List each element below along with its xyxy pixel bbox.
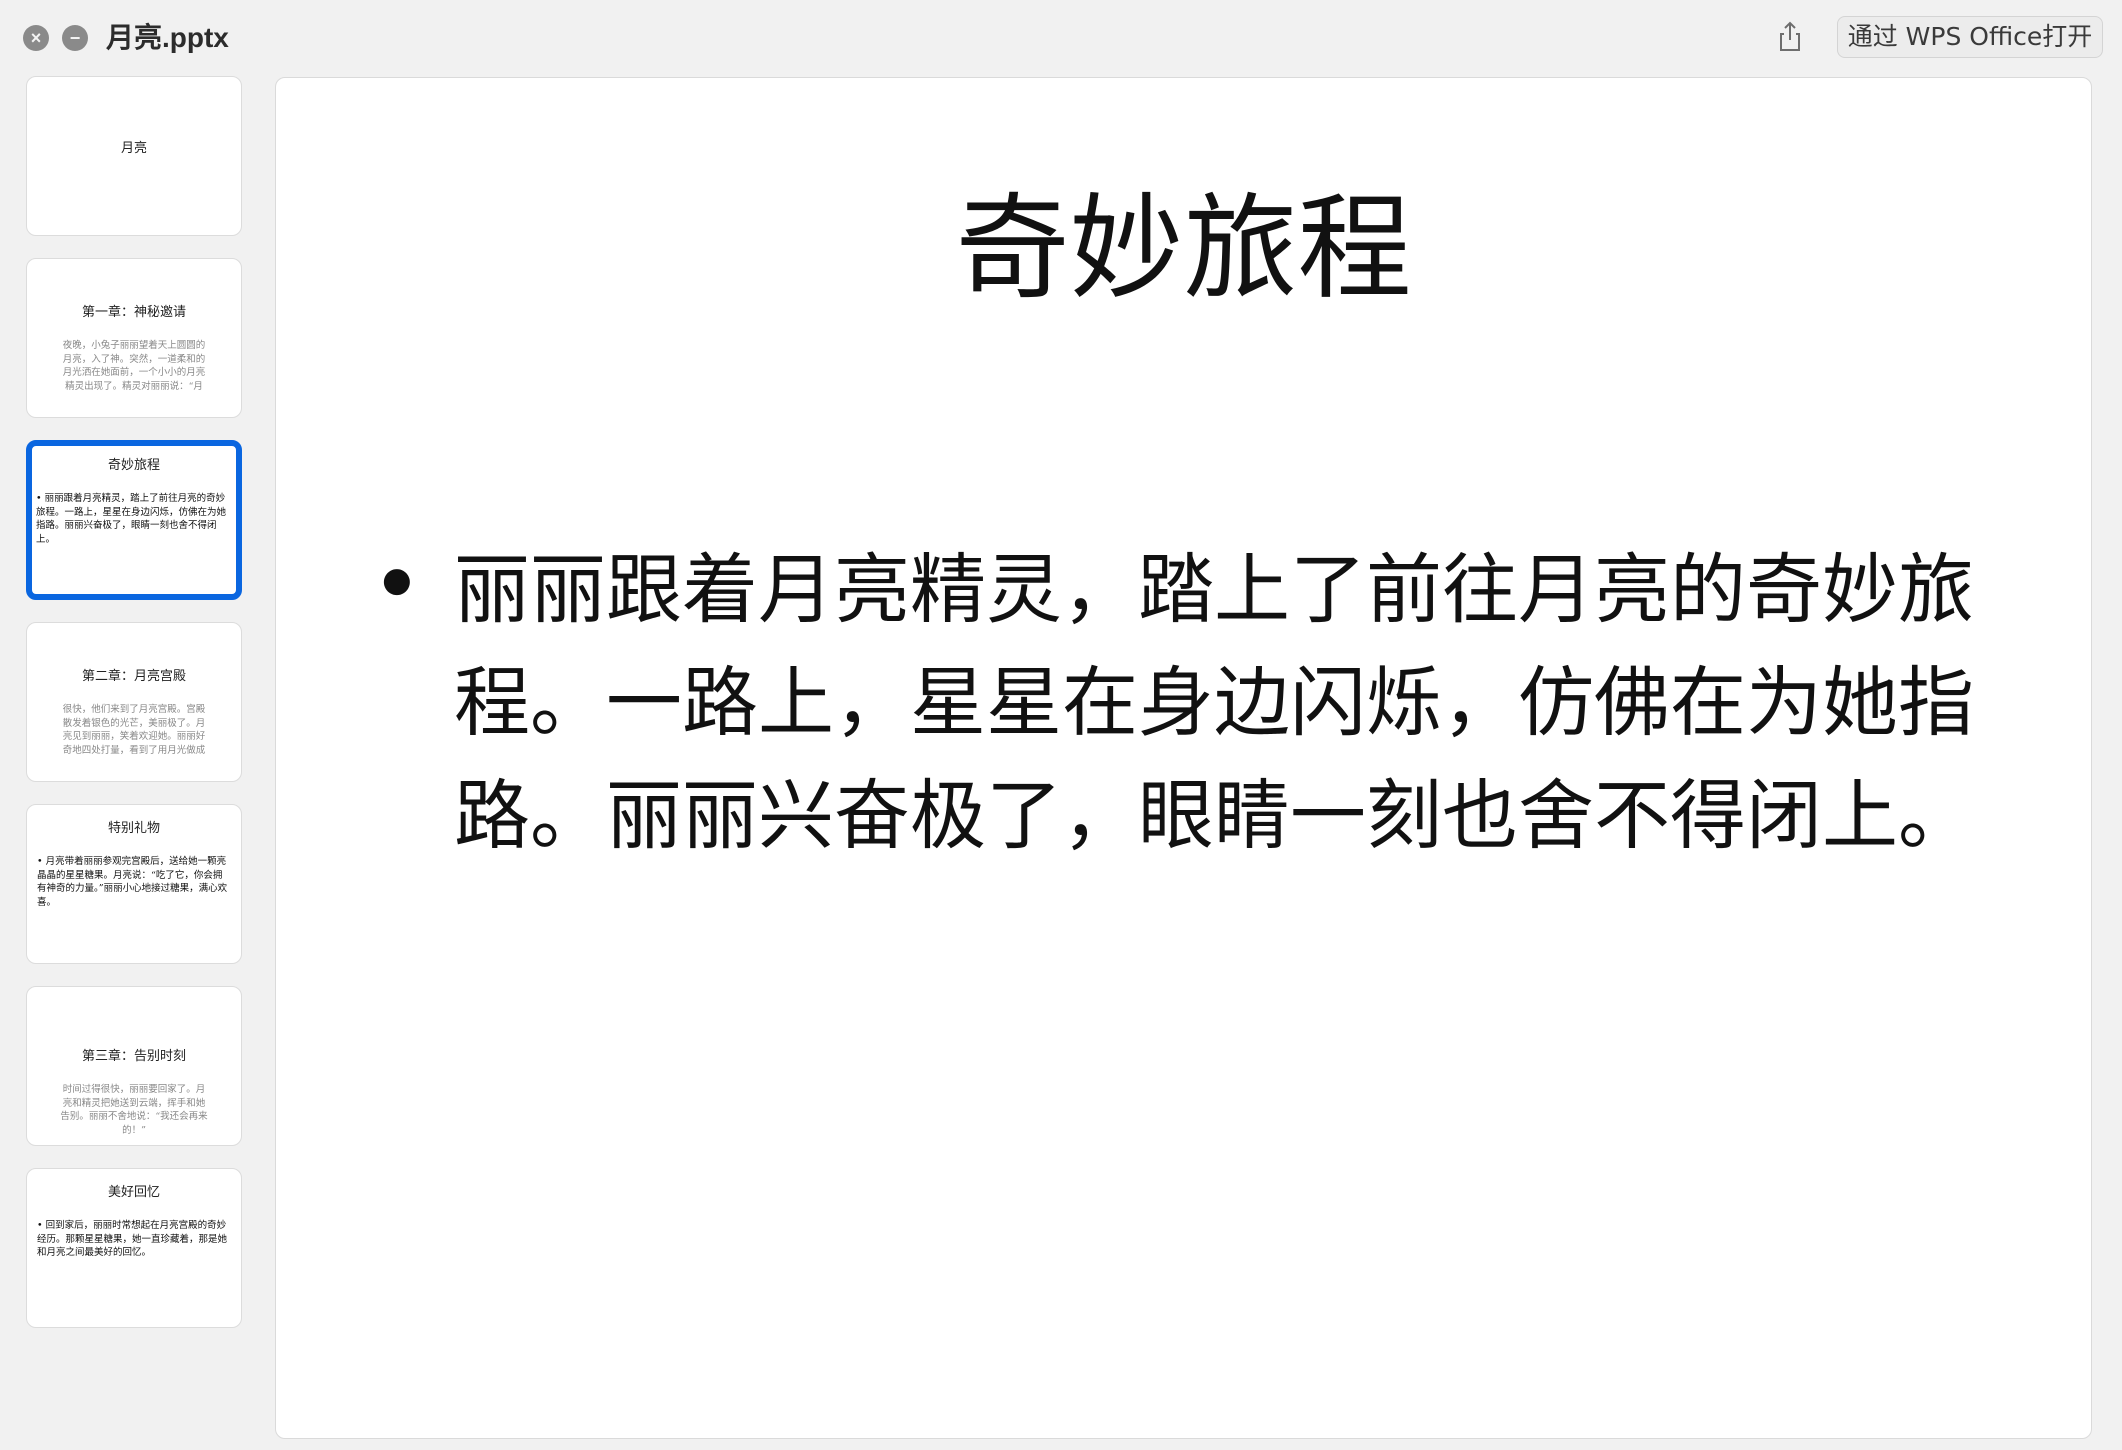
slide-thumbnail[interactable]: 月亮 [26,76,242,236]
slide-thumbnail[interactable]: 第三章：告别时刻 时间过得很快，丽丽要回家了。月亮和精灵把她送到云端，挥手和她告… [26,986,242,1146]
thumbnail-body: 回到家后，丽丽时常想起在月亮宫殿的奇妙经历。那颗星星糖果，她一直珍藏着，那是她和… [37,1219,231,1260]
close-icon[interactable]: × [23,25,49,51]
slide-thumbnail-selected[interactable]: 奇妙旅程 丽丽跟着月亮精灵，踏上了前往月亮的奇妙旅程。一路上，星星在身边闪烁，仿… [26,440,242,600]
thumbnail-title: 月亮 [120,141,147,156]
slide-thumbnail[interactable]: 特别礼物 月亮带着丽丽参观完宫殿后，送给她一颗亮晶晶的星星糖果。月亮说：“吃了它… [26,804,242,964]
thumbnail-title: 第三章：告别时刻 [81,1049,186,1064]
document-title: 月亮.pptx [106,22,229,53]
thumbnail-body: 时间过得很快，丽丽要回家了。月亮和精灵把她送到云端，挥手和她告别。丽丽不舍地说：… [60,1084,208,1136]
slide-preview: 奇妙旅程 ● 丽丽跟着月亮精灵，踏上了前往月亮的奇妙旅程。一路上，星星在身边闪烁… [275,77,2092,1439]
thumbnail-body: 丽丽跟着月亮精灵，踏上了前往月亮的奇妙旅程。一路上，星星在身边闪烁，仿佛在为她指… [36,492,232,546]
minimize-icon[interactable]: − [62,25,88,51]
slide-thumbnail[interactable]: 第一章：神秘邀请 夜晚，小兔子丽丽望着天上圆圆的月亮，入了神。突然，一道柔和的月… [26,258,242,418]
thumbnail-body: 月亮带着丽丽参观完宫殿后，送给她一颗亮晶晶的星星糖果。月亮说：“吃了它，你会拥有… [37,855,231,909]
thumbnail-title: 美好回忆 [107,1185,160,1200]
open-with-wps-button[interactable]: 通过 WPS Office打开 [1837,16,2103,58]
slide-thumbnail-list: 月亮 第一章：神秘邀请 夜晚，小兔子丽丽望着天上圆圆的月亮，入了神。突然，一道柔… [26,76,242,1450]
slide-thumbnail[interactable]: 美好回忆 回到家后，丽丽时常想起在月亮宫殿的奇妙经历。那颗星星糖果，她一直珍藏着… [26,1168,242,1328]
title-bar: × − 月亮.pptx 通过 WPS Office打开 [0,0,2122,76]
slide-bullet-text: 丽丽跟着月亮精灵，踏上了前往月亮的奇妙旅程。一路上，星星在身边闪烁，仿佛在为她指… [454,545,1974,860]
thumbnail-body: 夜晚，小兔子丽丽望着天上圆圆的月亮，入了神。突然，一道柔和的月光洒在她面前，一个… [62,340,206,392]
slide-thumbnail[interactable]: 第二章：月亮宫殿 很快，他们来到了月亮宫殿。宫殿散发着银色的光芒，美丽极了。月亮… [26,622,242,782]
thumbnail-body: 很快，他们来到了月亮宫殿。宫殿散发着银色的光芒，美丽极了。月亮见到丽丽，笑着欢迎… [62,704,206,756]
thumbnail-title: 第一章：神秘邀请 [81,305,186,320]
share-icon[interactable] [1770,17,1810,57]
thumbnail-title: 第二章：月亮宫殿 [81,669,186,684]
bullet-marker: ● [382,560,412,600]
slide-title: 奇妙旅程 [955,182,1412,315]
thumbnail-title: 奇妙旅程 [107,458,160,473]
thumbnail-title: 特别礼物 [107,821,160,836]
